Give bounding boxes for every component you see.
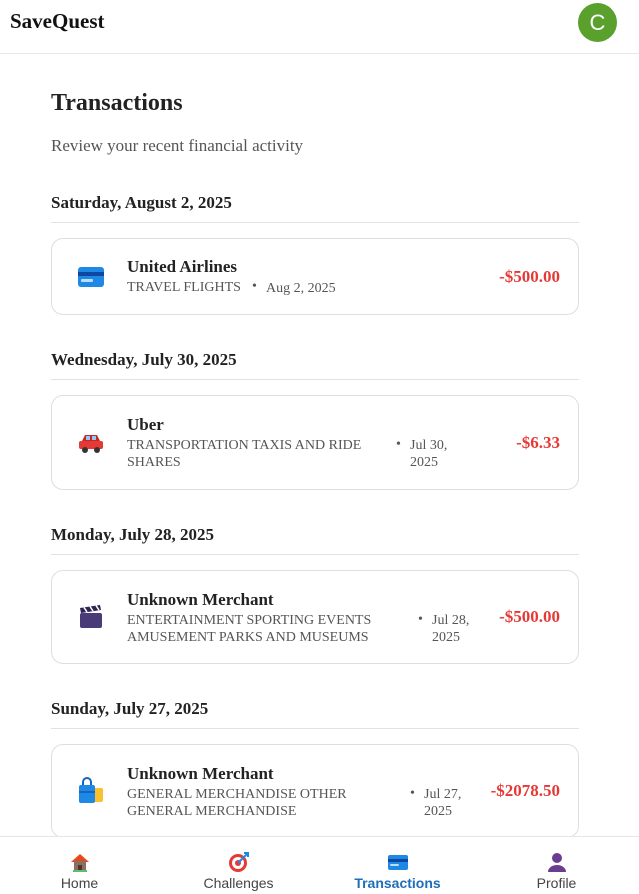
merchant-name: Unknown Merchant: [127, 590, 274, 609]
separator-dot: •: [418, 612, 423, 627]
date-header: Monday, July 28, 2025: [51, 525, 579, 555]
date-header: Saturday, August 2, 2025: [51, 193, 579, 223]
credit-card-icon: [387, 855, 408, 870]
transaction-date: Jul 27, 2025: [424, 787, 462, 819]
page-subtitle: Review your recent financial activity: [51, 136, 304, 155]
nav-label: Home: [60, 875, 99, 891]
bottom-nav: Home Challenges Transactions Profile: [0, 836, 639, 894]
nav-item-profile[interactable]: Profile: [477, 837, 636, 894]
avatar[interactable]: C: [578, 3, 617, 42]
nav-item-home[interactable]: Home: [0, 837, 159, 894]
clapperboard-icon: [76, 602, 106, 632]
shopping-bags-icon: [76, 776, 106, 806]
transaction-category: TRAVEL FLIGHTS: [127, 280, 241, 295]
top-bar: SaveQuest C: [0, 0, 639, 54]
nav-label: Profile: [536, 875, 577, 891]
transaction-amount: -$500.00: [499, 266, 560, 286]
transaction-category: ENTERTAINMENT SPORTING EVENTS AMUSEMENT …: [127, 613, 372, 645]
app-title[interactable]: SaveQuest: [10, 9, 105, 34]
transaction-card[interactable]: Unknown Merchant GENERAL MERCHANDISE OTH…: [51, 744, 579, 838]
merchant-name: Uber: [127, 415, 164, 434]
nav-item-transactions[interactable]: Transactions: [318, 837, 477, 894]
transaction-category: TRANSPORTATION TAXIS AND RIDE SHARES: [127, 438, 362, 470]
date-header: Sunday, July 27, 2025: [51, 699, 579, 729]
transaction-date: Aug 2, 2025: [266, 281, 336, 296]
transaction-category: GENERAL MERCHANDISE OTHER GENERAL MERCHA…: [127, 787, 347, 819]
person-icon: [547, 853, 566, 872]
merchant-name: United Airlines: [127, 257, 238, 276]
target-icon: [228, 852, 249, 872]
credit-card-icon: [76, 262, 106, 292]
merchant-name: Unknown Merchant: [127, 764, 274, 783]
car-icon: [76, 428, 106, 458]
transaction-amount: -$2078.50: [490, 781, 560, 800]
transaction-card[interactable]: Unknown Merchant ENTERTAINMENT SPORTING …: [51, 570, 579, 664]
transaction-date: Jul 28, 2025: [432, 613, 470, 645]
nav-label: Transactions: [354, 875, 441, 891]
transaction-amount: -$500.00: [499, 607, 560, 626]
transaction-card[interactable]: Uber TRANSPORTATION TAXIS AND RIDE SHARE…: [51, 395, 579, 490]
nav-label: Challenges: [203, 875, 274, 891]
date-header: Wednesday, July 30, 2025: [51, 350, 579, 380]
transaction-card[interactable]: United Airlines TRAVEL FLIGHTS • Aug 2, …: [51, 238, 579, 315]
nav-item-challenges[interactable]: Challenges: [159, 837, 318, 894]
separator-dot: •: [252, 279, 257, 294]
home-icon: [70, 854, 89, 872]
page-title: Transactions: [51, 90, 183, 116]
transaction-amount: -$6.33: [516, 432, 560, 452]
transaction-date: Jul 30, 2025: [410, 438, 448, 470]
separator-dot: •: [396, 437, 401, 452]
separator-dot: •: [410, 786, 415, 801]
